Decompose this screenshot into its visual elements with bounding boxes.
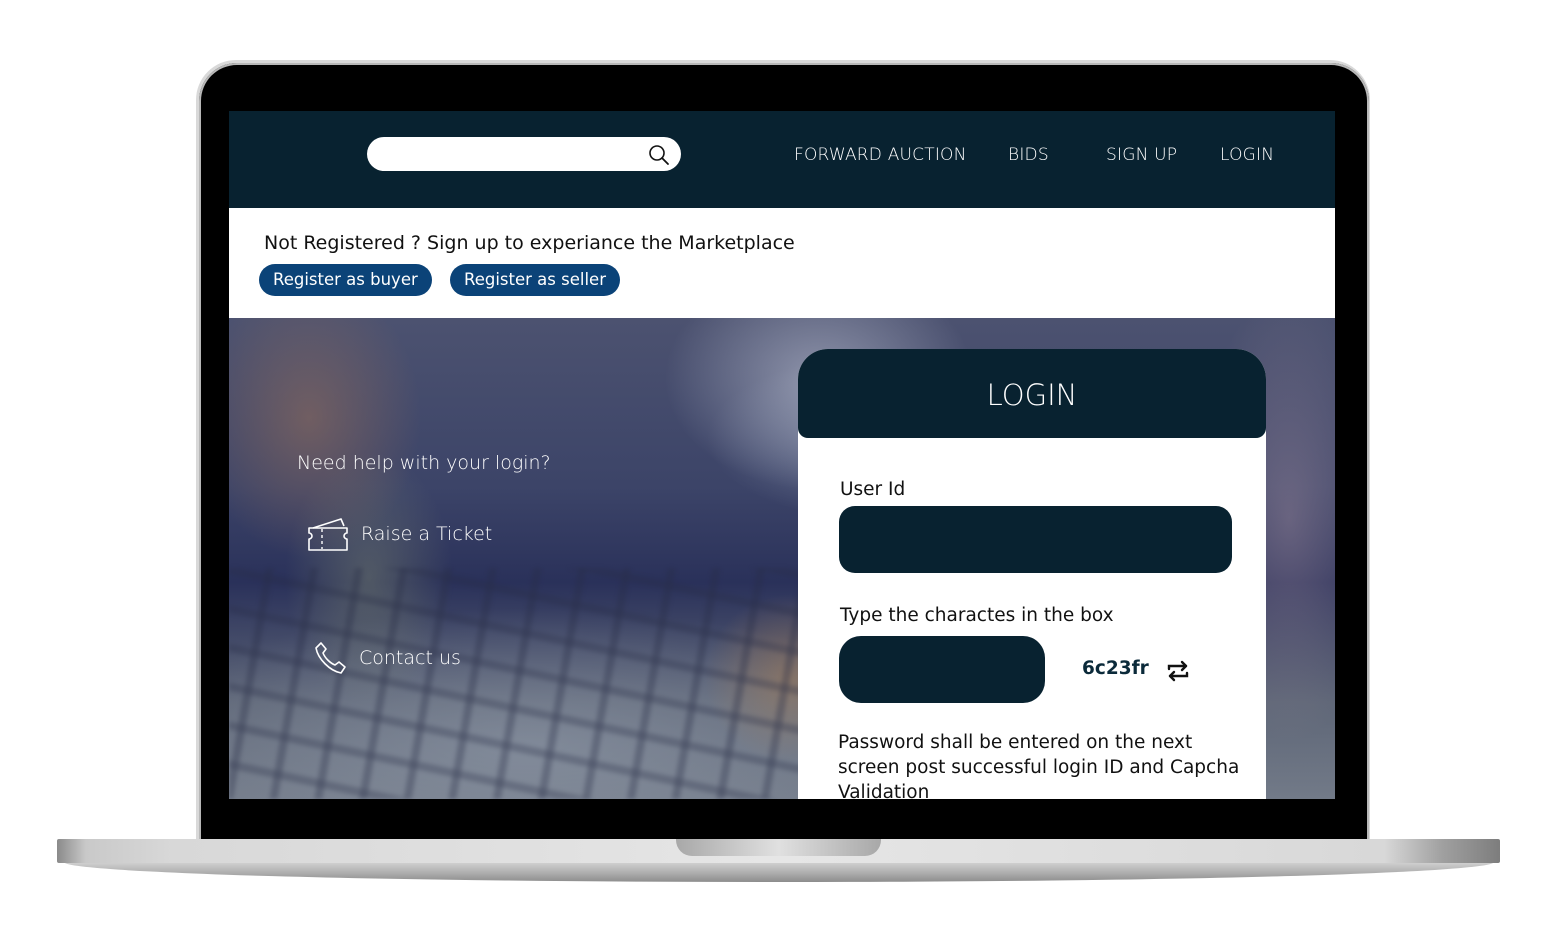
register-seller-button[interactable]: Register as seller xyxy=(450,264,620,296)
contact-us-label: Contact us xyxy=(359,647,461,669)
refresh-captcha-icon[interactable] xyxy=(1165,658,1191,684)
search-bar[interactable] xyxy=(367,137,681,173)
user-id-input[interactable] xyxy=(839,506,1232,573)
register-buyer-button[interactable]: Register as buyer xyxy=(259,264,432,296)
search-icon[interactable] xyxy=(647,143,671,167)
login-card: LOGIN User Id Type the charactes in the … xyxy=(798,349,1266,799)
nav-bids[interactable]: BIDS xyxy=(1008,145,1049,165)
login-card-title: LOGIN xyxy=(798,349,1266,438)
captcha-label: Type the charactes in the box xyxy=(840,605,1114,626)
raise-ticket-label: Raise a Ticket xyxy=(361,523,493,545)
registration-banner: Not Registered ? Sign up to experiance t… xyxy=(229,208,1335,318)
laptop-notch xyxy=(676,839,881,856)
ticket-icon xyxy=(308,518,348,551)
phone-icon xyxy=(315,642,346,674)
laptop-base-lip xyxy=(64,862,1494,882)
registration-prompt: Not Registered ? Sign up to experiance t… xyxy=(264,232,795,254)
contact-us-link[interactable]: Contact us xyxy=(313,640,461,676)
hero-keyboard-image xyxy=(229,568,829,799)
nav-login[interactable]: LOGIN xyxy=(1220,145,1274,165)
password-note: Password shall be entered on the next sc… xyxy=(838,732,1240,799)
nav-sign-up[interactable]: SIGN UP xyxy=(1106,145,1177,165)
nav-forward-auction[interactable]: FORWARD AUCTION xyxy=(794,145,967,165)
captcha-code: 6c23fr xyxy=(1082,658,1149,679)
raise-ticket-link[interactable]: Raise a Ticket xyxy=(307,516,492,552)
help-title: Need help with your login? xyxy=(297,452,551,474)
user-id-label: User Id xyxy=(840,479,906,500)
captcha-input[interactable] xyxy=(839,636,1045,703)
search-input[interactable] xyxy=(381,137,635,173)
laptop-screen: FORWARD AUCTION BIDS SIGN UP LOGIN Not R… xyxy=(229,111,1335,799)
top-navbar: FORWARD AUCTION BIDS SIGN UP LOGIN xyxy=(229,111,1335,208)
